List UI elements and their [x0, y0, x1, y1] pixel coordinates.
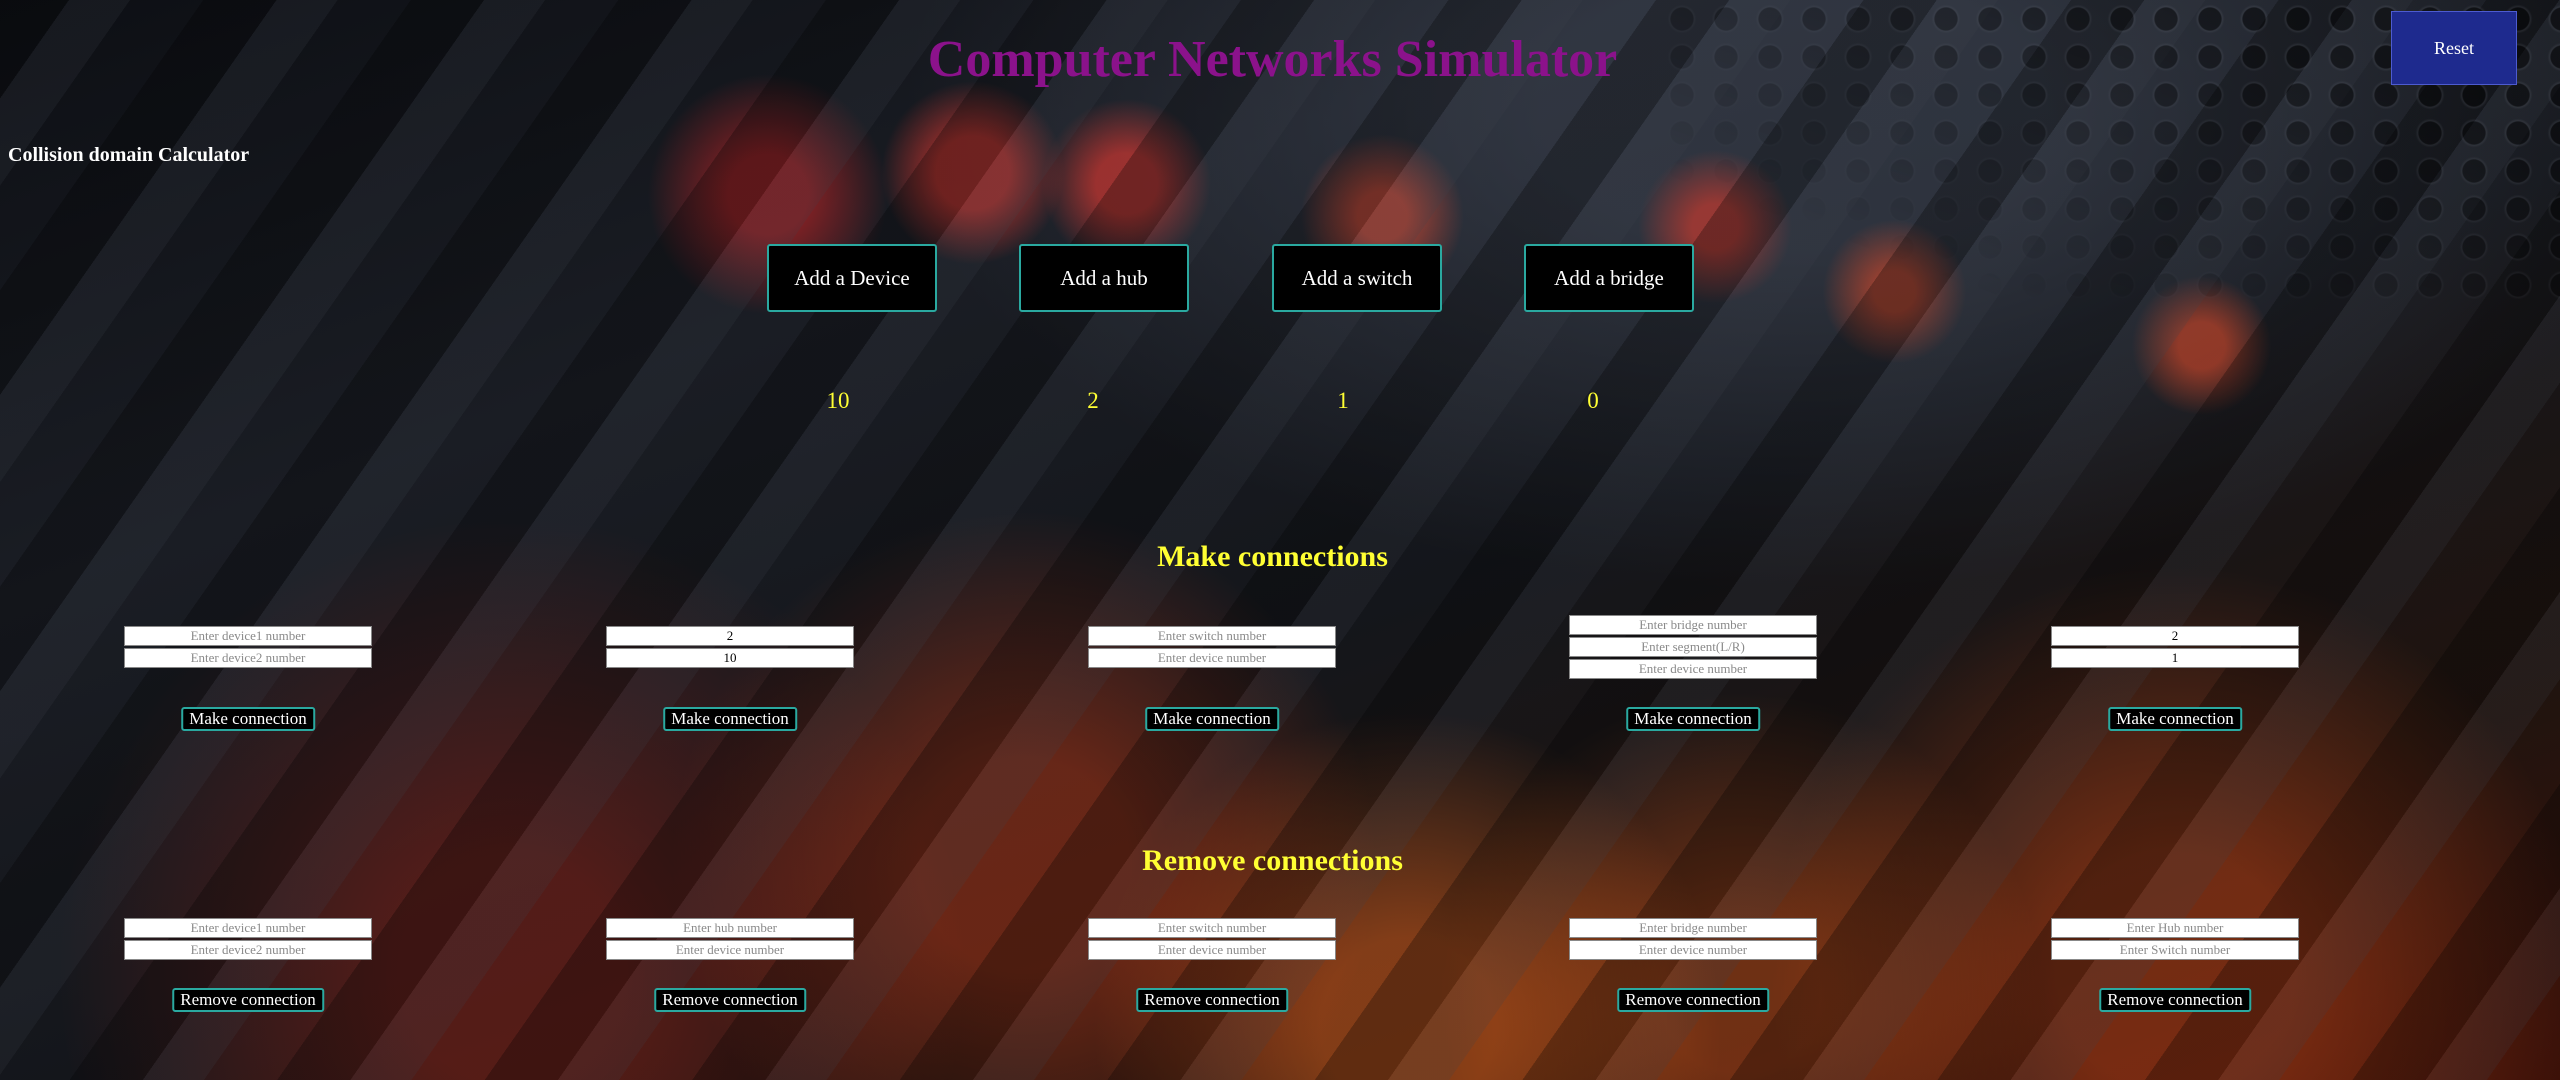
make-switch-device-number-input[interactable]	[1088, 648, 1336, 668]
hub-count: 2	[1087, 388, 1099, 413]
page: Computer Networks Simulator Collision do…	[0, 0, 2560, 1080]
make-bridge-connection-button[interactable]: Make connection	[1626, 707, 1760, 731]
remove-connections-heading: Remove connections	[1142, 844, 1403, 877]
make-hub-number-input[interactable]	[606, 626, 854, 646]
remove-switch-number-input[interactable]	[1088, 918, 1336, 938]
make-hub-switch-connection-button[interactable]: Make connection	[2108, 707, 2242, 731]
remove-hub-switch-connection-button[interactable]: Remove connection	[2099, 988, 2251, 1012]
make-device1-input[interactable]	[124, 626, 372, 646]
reset-button[interactable]: Reset	[2391, 11, 2517, 85]
make-bridge-segment-input[interactable]	[1569, 637, 1817, 657]
make-hub-device-number-input[interactable]	[606, 648, 854, 668]
bridge-count: 0	[1587, 388, 1599, 413]
remove-switch-device-number-input[interactable]	[1088, 940, 1336, 960]
remove-hub-connection-button[interactable]: Remove connection	[654, 988, 806, 1012]
switch-count: 1	[1337, 388, 1349, 413]
make-hub-switch-switch-input[interactable]	[2051, 648, 2299, 668]
make-switch-number-input[interactable]	[1088, 626, 1336, 646]
remove-hub-number-input[interactable]	[606, 918, 854, 938]
remove-device-device-connection-button[interactable]: Remove connection	[172, 988, 324, 1012]
add-bridge-button[interactable]: Add a bridge	[1524, 244, 1694, 312]
remove-bridge-device-number-input[interactable]	[1569, 940, 1817, 960]
remove-device1-input[interactable]	[124, 918, 372, 938]
remove-device2-input[interactable]	[124, 940, 372, 960]
page-title: Computer Networks Simulator	[927, 31, 1618, 88]
collision-domain-calculator-label: Collision domain Calculator	[8, 144, 250, 166]
make-switch-connection-button[interactable]: Make connection	[1145, 707, 1279, 731]
remove-hub-switch-switch-input[interactable]	[2051, 940, 2299, 960]
remove-switch-connection-button[interactable]: Remove connection	[1136, 988, 1288, 1012]
remove-bridge-number-input[interactable]	[1569, 918, 1817, 938]
remove-hub-switch-hub-input[interactable]	[2051, 918, 2299, 938]
add-device-button[interactable]: Add a Device	[767, 244, 937, 312]
device-count: 10	[826, 388, 850, 413]
make-device-device-connection-button[interactable]: Make connection	[181, 707, 315, 731]
remove-hub-device-number-input[interactable]	[606, 940, 854, 960]
make-device2-input[interactable]	[124, 648, 372, 668]
make-bridge-number-input[interactable]	[1569, 615, 1817, 635]
make-hub-connection-button[interactable]: Make connection	[663, 707, 797, 731]
add-hub-button[interactable]: Add a hub	[1019, 244, 1189, 312]
make-hub-switch-hub-input[interactable]	[2051, 626, 2299, 646]
add-switch-button[interactable]: Add a switch	[1272, 244, 1442, 312]
make-bridge-device-number-input[interactable]	[1569, 659, 1817, 679]
make-connections-heading: Make connections	[1157, 540, 1388, 573]
remove-bridge-connection-button[interactable]: Remove connection	[1617, 988, 1769, 1012]
